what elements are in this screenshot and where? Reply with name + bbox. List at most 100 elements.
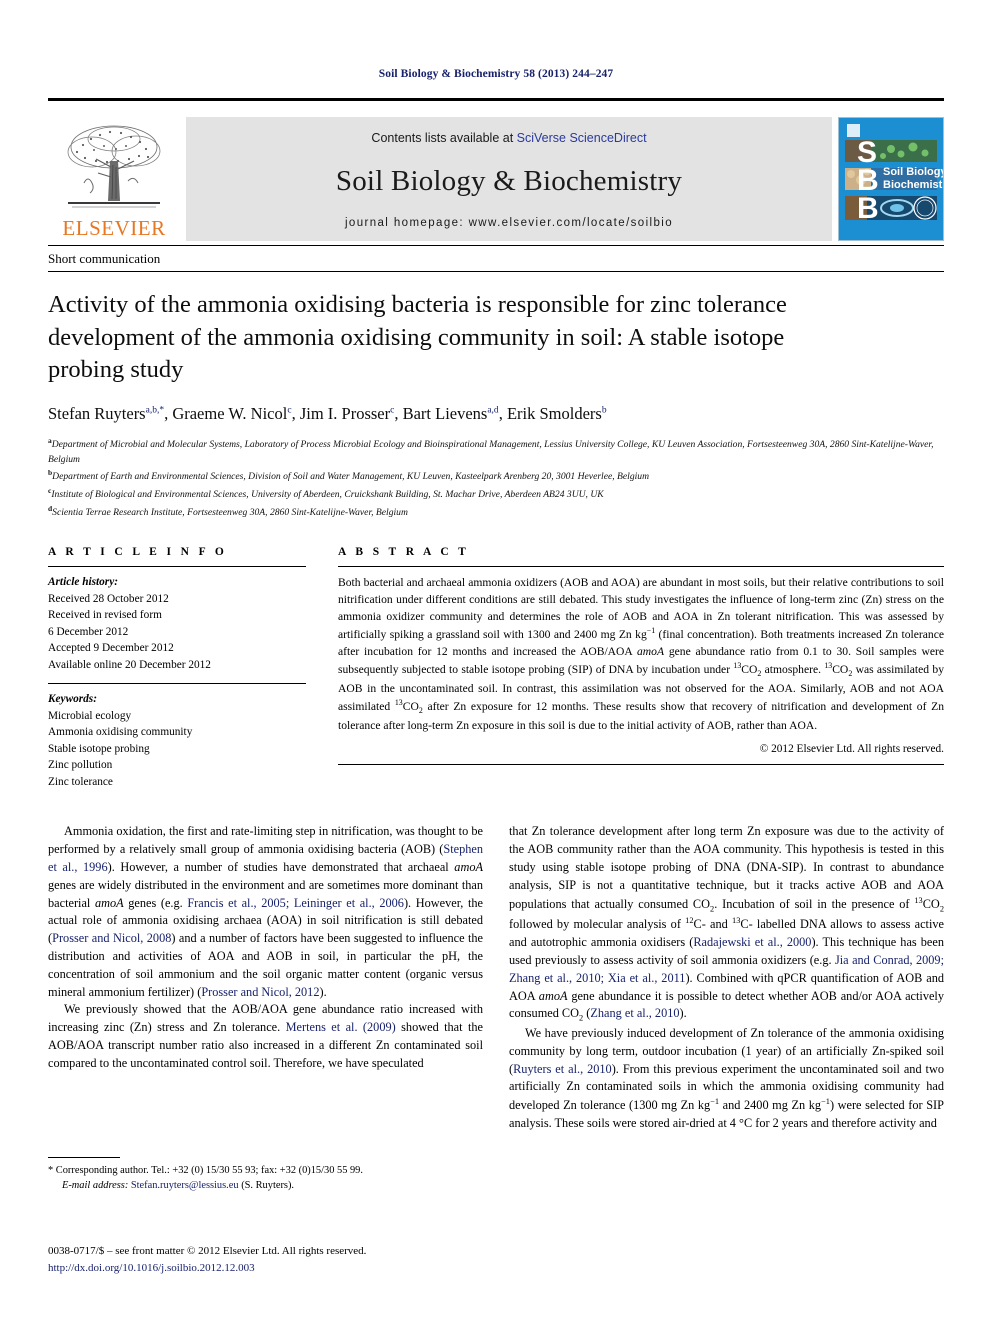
subscript: 2 <box>710 904 715 914</box>
doi-link[interactable]: http://dx.doi.org/10.1016/j.soilbio.2012… <box>48 1260 548 1277</box>
keywords-label: Keywords: <box>48 693 97 706</box>
body-paragraph: We have previously induced development o… <box>509 1025 944 1131</box>
affiliation-text: Institute of Biological and Environmenta… <box>51 489 604 501</box>
journal-title: Soil Biology & Biochemistry <box>335 164 683 197</box>
citation-link[interactable]: Jia and Conrad, 2009; Zhang et al., 2010… <box>509 953 944 985</box>
citation-link[interactable]: Francis et al., 2005; Leininger et al., … <box>187 896 404 910</box>
author-affiliation-marker: b <box>601 405 607 416</box>
article-history-item: Available online 20 December 2012 <box>48 658 211 671</box>
subscript: 2 <box>939 904 945 914</box>
elsevier-logo: ELSEVIER <box>48 117 180 241</box>
keywords-rule <box>48 683 306 685</box>
affiliation-text: Department of Microbial and Molecular Sy… <box>48 438 934 465</box>
abstract-heading: A B S T R A C T <box>338 546 470 559</box>
article-info-column: A R T I C L E I N F O Article history: R… <box>48 546 328 790</box>
abstract-column: A B S T R A C T Both bacterial and archa… <box>328 546 944 790</box>
superscript: 13 <box>914 895 923 905</box>
journal-cover-thumbnail[interactable]: S B B Soil Biology & Biochemistry <box>838 117 944 241</box>
author-affiliation-marker: c <box>287 405 292 416</box>
citation-link[interactable]: Stephen et al., 1996 <box>48 842 483 874</box>
article-type-bar: Short communication <box>48 245 944 272</box>
gene-name: amoA <box>538 988 568 1003</box>
citation-link[interactable]: Zhang et al., 2010 <box>590 1006 679 1020</box>
body-paragraph: We previously showed that the AOB/AOA ge… <box>48 1002 483 1070</box>
sciencedirect-link[interactable]: SciVerse ScienceDirect <box>517 131 647 145</box>
email-line: E-mail address: Stefan.ruyters@lessius.e… <box>48 1178 478 1193</box>
author-list: Stefan Ruytersa,b,*, Graeme W. Nicolc, J… <box>48 403 607 423</box>
subscript: 2 <box>418 706 423 716</box>
keyword-item: Microbial ecology <box>48 709 132 722</box>
corresponding-author-note: * Corresponding author. Tel.: +32 (0) 15… <box>48 1163 478 1193</box>
keyword-item: Ammonia oxidising community <box>48 726 193 739</box>
gene-name: amoA <box>94 895 124 910</box>
affiliation-item: cInstitute of Biological and Environment… <box>48 485 944 503</box>
article-history-label: Article history: <box>48 576 118 589</box>
body-column-left: Ammonia oxidation, the first and rate-li… <box>48 823 483 1133</box>
subscript: 2 <box>579 1013 584 1023</box>
article-history-item: Accepted 9 December 2012 <box>48 642 174 655</box>
author-affiliation-marker: a,b,* <box>145 405 165 416</box>
article-history-item: Received in revised form <box>48 609 162 622</box>
body-columns: Ammonia oxidation, the first and rate-li… <box>48 823 944 1133</box>
footnote-rule <box>48 1157 120 1158</box>
email-suffix: (S. Ruyters). <box>241 1180 295 1192</box>
superscript: 13 <box>394 698 403 708</box>
abstract-copyright: © 2012 Elsevier Ltd. All rights reserved… <box>759 742 944 755</box>
superscript: 13 <box>824 661 833 671</box>
page-title: Activity of the ammonia oxidising bacter… <box>48 291 787 384</box>
superscript: 13 <box>733 661 742 671</box>
elsevier-tree-icon <box>67 125 161 208</box>
footnote-block: * Corresponding author. Tel.: +32 (0) 15… <box>48 1157 478 1193</box>
citation-link[interactable]: Radajewski et al., 2000 <box>693 935 811 949</box>
svg-text:Soil Biology &: Soil Biology & <box>883 166 943 178</box>
elsevier-wordmark: ELSEVIER <box>62 216 166 240</box>
body-paragraph: that Zn tolerance development after long… <box>509 824 945 1023</box>
article-history-group: Article history: Received 28 October 201… <box>48 574 306 673</box>
author-name: Jim I. Prosser <box>299 403 391 423</box>
superscript: 12 <box>685 916 694 926</box>
masthead-top-rule <box>48 98 944 101</box>
author-name: Erik Smolders <box>506 403 602 423</box>
journal-homepage-line[interactable]: journal homepage: www.elsevier.com/locat… <box>345 217 673 229</box>
journal-masthead: ELSEVIER Contents lists available at Sci… <box>48 117 944 241</box>
article-history-items: Received 28 October 2012 Received in revi… <box>48 591 306 673</box>
affiliation-item: dScientia Terrae Research Institute, For… <box>48 503 944 521</box>
journal-band: Contents lists available at SciVerse Sci… <box>186 117 832 241</box>
article-history-item: 6 December 2012 <box>48 625 129 638</box>
citation-link[interactable]: Prosser and Nicol, 2012 <box>201 985 319 999</box>
affiliation-list: aDepartment of Microbial and Molecular S… <box>48 435 944 521</box>
citation-link[interactable]: Mertens et al. (2009) <box>286 1020 396 1034</box>
issn-copyright-line: 0038-0717/$ – see front matter © 2012 El… <box>48 1245 367 1257</box>
contents-list-line: Contents lists available at SciVerse Sci… <box>371 131 646 145</box>
keywords-items: Microbial ecology Ammonia oxidising commu… <box>48 708 306 790</box>
affiliation-item: aDepartment of Microbial and Molecular S… <box>48 435 944 467</box>
affiliation-text: Scientia Terrae Research Institute, Fort… <box>52 506 408 518</box>
superscript: −1 <box>710 1097 720 1107</box>
abstract-rule-bottom <box>338 763 944 765</box>
keywords-group: Keywords: Microbial ecology Ammonia oxidi… <box>48 691 306 790</box>
gene-name: amoA <box>636 645 665 659</box>
article-type-label: Short communication <box>48 251 161 266</box>
citation-link[interactable]: Ruyters et al., 2010 <box>513 1062 612 1076</box>
keyword-item: Zinc tolerance <box>48 775 113 788</box>
citation-link[interactable]: Prosser and Nicol, 2008 <box>52 931 171 945</box>
journal-cover-art: S B B Soil Biology & Biochemistry <box>839 118 943 240</box>
footer-block: 0038-0717/$ – see front matter © 2012 El… <box>48 1243 548 1276</box>
body-column-right: that Zn tolerance development after long… <box>509 823 944 1133</box>
gene-name: amoA <box>454 859 483 874</box>
svg-text:B: B <box>857 192 879 225</box>
article-history-item: Received 28 October 2012 <box>48 592 169 605</box>
author-name: Stefan Ruyters <box>48 403 146 423</box>
affiliation-item: bDepartment of Earth and Environmental S… <box>48 467 944 485</box>
superscript: 13 <box>732 916 741 926</box>
author-name: Bart Lievens <box>402 403 488 423</box>
info-abstract-region: A R T I C L E I N F O Article history: R… <box>48 546 944 790</box>
superscript: −1 <box>821 1097 830 1107</box>
affiliation-text: Department of Earth and Environmental Sc… <box>52 471 650 483</box>
author-affiliation-marker: a,d <box>487 405 499 416</box>
article-info-heading: A R T I C L E I N F O <box>48 546 228 559</box>
article-page: Soil Biology & Biochemistry 58 (2013) 24… <box>0 0 992 1323</box>
subscript: 2 <box>757 669 762 679</box>
corresponding-author-line: * Corresponding author. Tel.: +32 (0) 15… <box>48 1165 363 1176</box>
email-link[interactable]: Stefan.ruyters@lessius.eu <box>131 1180 239 1191</box>
